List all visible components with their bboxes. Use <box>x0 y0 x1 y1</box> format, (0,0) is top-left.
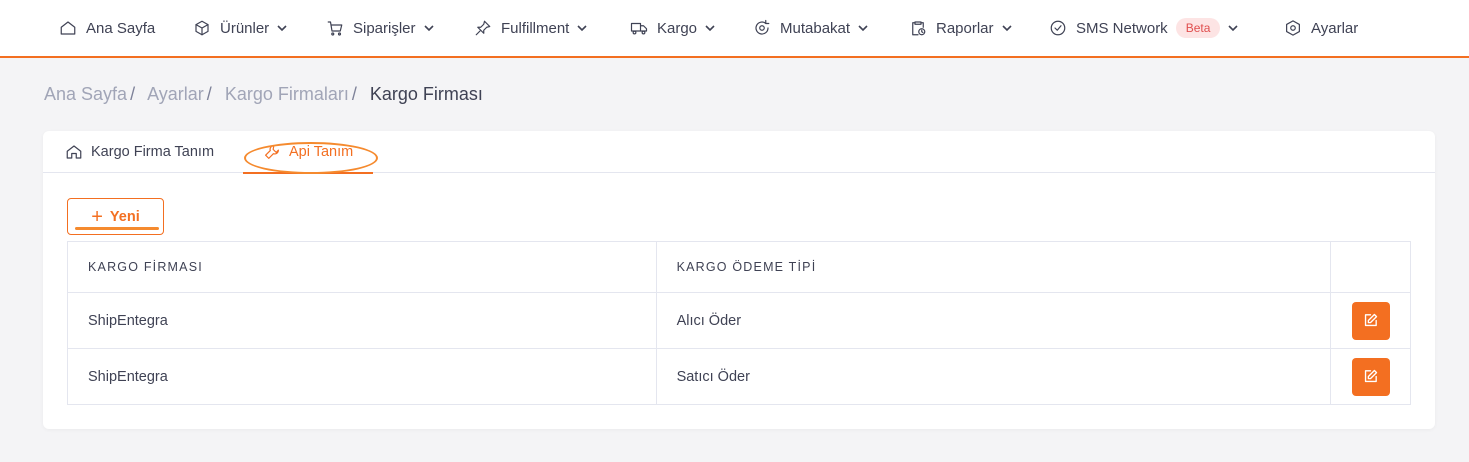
nav-item-raporlar[interactable]: Raporlar <box>908 0 1012 56</box>
box-icon <box>192 18 212 38</box>
pin-icon <box>473 18 493 38</box>
table-row: ShipEntegra Satıcı Öder <box>67 348 1411 405</box>
nav-label: Raporlar <box>936 19 994 37</box>
edit-icon <box>1364 369 1378 383</box>
cell-firm: ShipEntegra <box>67 348 657 405</box>
nav-label: Mutabakat <box>780 19 851 37</box>
nav-label: SMS Network <box>1076 19 1168 37</box>
new-button-label: Yeni <box>109 208 140 225</box>
nav-item-fulfillment[interactable]: Fulfillment <box>473 0 587 56</box>
column-header-payment-type: KARGO ÖDEME TİPİ <box>655 241 1332 293</box>
nav-item-sms-network[interactable]: SMS Network Beta <box>1048 0 1238 56</box>
nav-label: Ana Sayfa <box>86 19 156 37</box>
tab-kargo-firma-tanim[interactable]: Kargo Firma Tanım <box>65 131 214 173</box>
plus-icon: + <box>91 205 103 228</box>
beta-badge: Beta <box>1175 18 1221 38</box>
column-header-firm: KARGO FİRMASI <box>67 241 657 293</box>
tab-label: Api Tanım <box>289 144 354 160</box>
cell-firm: ShipEntegra <box>67 292 657 349</box>
breadcrumb-link[interactable]: Ayarlar <box>147 84 204 104</box>
cell-payment-type: Alıcı Öder <box>655 292 1332 349</box>
chevron-down-icon <box>705 23 715 33</box>
wrench-icon <box>263 143 281 161</box>
tab-bar: Kargo Firma Tanım Api Tanım <box>43 131 1435 174</box>
cell-payment-type: Satıcı Öder <box>655 348 1332 405</box>
breadcrumb-link[interactable]: Kargo Firmaları <box>225 84 349 104</box>
edit-button[interactable] <box>1351 357 1390 396</box>
chevron-down-icon <box>1228 23 1238 33</box>
edit-button[interactable] <box>1351 301 1390 340</box>
nav-label: Fulfillment <box>501 19 570 37</box>
nav-label: Ürünler <box>220 19 270 37</box>
table-row: ShipEntegra Alıcı Öder <box>67 292 1411 349</box>
top-navbar: Ana Sayfa Ürünler Siparişler Fulfillment… <box>0 0 1469 58</box>
cargo-firms-table: KARGO FİRMASI KARGO ÖDEME TİPİ ShipEnteg… <box>67 241 1411 405</box>
home-icon <box>58 18 78 38</box>
annotation-underline <box>75 227 159 230</box>
content-card: Kargo Firma Tanım Api Tanım + Yeni KARGO… <box>43 131 1435 429</box>
settings-icon <box>1283 18 1303 38</box>
nav-item-mutabakat[interactable]: Mutabakat <box>752 0 868 56</box>
column-header-actions <box>1330 241 1411 293</box>
breadcrumb-link[interactable]: Ana Sayfa <box>44 84 127 104</box>
nav-item-urunler[interactable]: Ürünler <box>192 0 287 56</box>
chevron-down-icon <box>577 23 587 33</box>
tab-api-tanim[interactable]: Api Tanım <box>243 131 374 174</box>
edit-icon <box>1364 313 1378 327</box>
nav-item-kargo[interactable]: Kargo <box>629 0 715 56</box>
chevron-down-icon <box>858 23 868 33</box>
reconcile-icon <box>752 18 772 38</box>
cart-icon <box>325 18 345 38</box>
nav-item-ayarlar[interactable]: Ayarlar <box>1283 0 1358 56</box>
nav-item-ana-sayfa[interactable]: Ana Sayfa <box>58 0 155 56</box>
chevron-down-icon <box>423 23 434 33</box>
table-header-row: KARGO FİRMASI KARGO ÖDEME TİPİ <box>67 241 1411 293</box>
tab-label: Kargo Firma Tanım <box>91 144 215 160</box>
chevron-down-icon <box>1001 23 1012 33</box>
nav-label: Ayarlar <box>1311 19 1359 37</box>
cell-actions <box>1330 292 1411 349</box>
nav-item-siparisler[interactable]: Siparişler <box>325 0 434 56</box>
nav-label: Siparişler <box>353 19 416 37</box>
home-icon <box>65 143 83 161</box>
nav-label: Kargo <box>657 19 698 37</box>
check-circle-icon <box>1048 18 1068 38</box>
chevron-down-icon <box>277 23 287 33</box>
breadcrumb-current: Kargo Firması <box>369 84 483 104</box>
breadcrumb: Ana Sayfa / Ayarlar / Kargo Firmaları / Kar… <box>44 84 483 104</box>
cell-actions <box>1330 348 1411 405</box>
clipboard-icon <box>908 18 928 38</box>
truck-icon <box>629 18 649 38</box>
